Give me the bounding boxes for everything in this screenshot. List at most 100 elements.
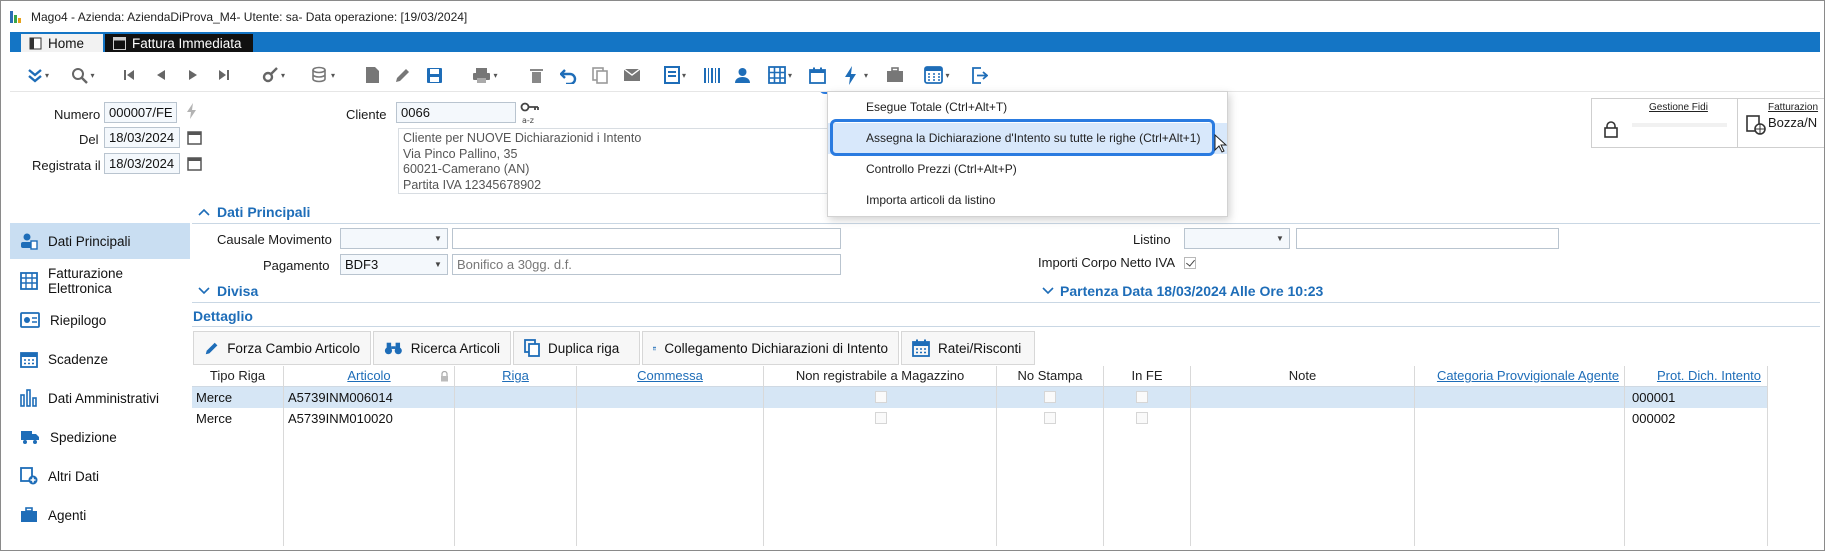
calculator-icon xyxy=(924,66,944,84)
next-record-button[interactable] xyxy=(182,58,204,92)
report-icon xyxy=(663,66,680,84)
ricerca-articoli-button[interactable]: Ricerca Articoli xyxy=(373,331,511,365)
sidebar-item-scadenze[interactable]: Scadenze xyxy=(10,341,190,377)
pagamento-select[interactable]: BDF3 xyxy=(340,254,448,275)
link-table-icon xyxy=(653,346,657,350)
non-registrabile-checkbox[interactable] xyxy=(875,412,887,424)
table-row[interactable]: Merce A5739INM010020 000002 xyxy=(192,408,1767,429)
briefcase-button[interactable] xyxy=(883,58,907,92)
grid-header-note[interactable]: Note xyxy=(1191,366,1414,386)
chevron-down-icon[interactable] xyxy=(198,287,210,295)
button-label: Ratei/Risconti xyxy=(938,340,1022,356)
chevron-down-icon: ▼ xyxy=(1276,234,1284,243)
tab-home[interactable]: Home xyxy=(21,34,103,52)
grid-header-no-stampa[interactable]: No Stampa xyxy=(997,366,1103,386)
last-record-button[interactable] xyxy=(213,58,235,92)
new-document-button[interactable] xyxy=(360,58,384,92)
tab-home-label: Home xyxy=(48,35,85,51)
search-icon xyxy=(72,67,89,84)
cell-prot-dich-intento: 000002 xyxy=(1632,411,1676,426)
sidebar-item-riepilogo[interactable]: Riepilogo xyxy=(10,302,190,338)
barcode-button[interactable] xyxy=(700,58,724,92)
grid-header-riga[interactable]: Riga xyxy=(455,366,576,386)
tab-fattura-immediata[interactable]: Fattura Immediata xyxy=(105,34,253,52)
fatturazione-card[interactable]: Fatturazion Bozza/N xyxy=(1737,98,1824,148)
listino-description-field[interactable] xyxy=(1296,228,1559,249)
cell-articolo: A5739INM010020 xyxy=(288,411,393,426)
no-stampa-checkbox[interactable] xyxy=(1044,412,1056,424)
menu-item-controllo-prezzi[interactable]: Controllo Prezzi (Ctrl+Alt+P) xyxy=(828,154,1227,185)
grid-header-non-registrabile[interactable]: Non registrabile a Magazzino xyxy=(764,366,996,386)
database-button[interactable]: ▾ xyxy=(305,58,341,92)
sidebar-item-label: Riepilogo xyxy=(50,312,107,328)
tab-fattura-label: Fattura Immediata xyxy=(132,35,242,51)
ratei-risconti-button[interactable]: Ratei/Risconti xyxy=(901,331,1035,365)
forza-cambio-articolo-button[interactable]: Forza Cambio Articolo xyxy=(193,331,371,365)
non-registrabile-checkbox[interactable] xyxy=(875,391,887,403)
causale-movimento-label: Causale Movimento xyxy=(217,232,332,247)
grid-header-prot-dich-intento[interactable]: Prot. Dich. Intento xyxy=(1642,366,1776,386)
calculator-button[interactable]: ▾ xyxy=(915,58,959,92)
gestione-fidi-card[interactable]: Gestione Fidi xyxy=(1591,98,1738,148)
expand-button[interactable]: ▾ xyxy=(20,58,56,92)
previous-record-button[interactable] xyxy=(150,58,172,92)
sidebar-item-dati-principali[interactable]: Dati Principali xyxy=(10,223,190,259)
grid-header-commessa[interactable]: Commessa xyxy=(577,366,763,386)
sidebar-item-altri-dati[interactable]: Altri Dati xyxy=(10,458,190,494)
importi-netto-iva-label: Importi Corpo Netto IVA xyxy=(1038,255,1176,270)
grid-button[interactable]: ▾ xyxy=(760,58,800,92)
importi-netto-iva-checkbox[interactable] xyxy=(1184,257,1196,269)
delete-button[interactable] xyxy=(524,58,548,92)
cell-prot-dich-intento: 000001 xyxy=(1632,390,1676,405)
contact-icon xyxy=(734,67,750,83)
grid-header-articolo[interactable]: Articolo xyxy=(284,366,454,386)
cell-tipo-riga: Merce xyxy=(196,411,233,426)
undo-button[interactable] xyxy=(556,58,580,92)
first-record-button[interactable] xyxy=(118,58,140,92)
grid-header-in-fe[interactable]: In FE xyxy=(1104,366,1190,386)
key-search-icon[interactable]: a-z xyxy=(520,102,540,124)
in-fe-checkbox[interactable] xyxy=(1136,391,1148,403)
numero-field[interactable]: 000007/FE xyxy=(104,102,177,123)
exit-button[interactable] xyxy=(967,58,991,92)
sidebar-item-spedizione[interactable]: Spedizione xyxy=(10,419,190,455)
sidebar-item-dati-amministrativi[interactable]: Dati Amministrativi xyxy=(10,380,190,416)
calendar-picker-icon[interactable] xyxy=(187,156,202,171)
menu-item-importa-articoli[interactable]: Importa articoli da listino xyxy=(828,185,1227,216)
grid-column-divider xyxy=(1414,366,1415,546)
sidebar-item-agenti[interactable]: Agenti xyxy=(10,497,190,533)
contact-button[interactable] xyxy=(730,58,754,92)
calendar-picker-icon[interactable] xyxy=(187,130,202,145)
print-button[interactable]: ▾ xyxy=(465,58,505,92)
in-fe-checkbox[interactable] xyxy=(1136,412,1148,424)
listino-select[interactable] xyxy=(1184,228,1290,249)
save-button[interactable] xyxy=(422,58,446,92)
sidebar-item-fatturazione-elettronica[interactable]: Fatturazione Elettronica xyxy=(10,263,190,299)
chevron-down-icon: ▼ xyxy=(434,260,442,269)
first-record-icon xyxy=(124,70,134,80)
causale-movimento-select[interactable] xyxy=(340,228,448,249)
copy-button[interactable] xyxy=(588,58,612,92)
chevron-down-icon[interactable] xyxy=(1042,287,1054,295)
grid-header-categoria-provvigionale[interactable]: Categoria Provvigionale Agente xyxy=(1415,366,1641,386)
registrata-date-field[interactable]: 18/03/2024 xyxy=(104,153,180,174)
del-date-field[interactable]: 18/03/2024 xyxy=(104,127,180,148)
edit-button[interactable] xyxy=(390,58,414,92)
table-row[interactable]: Merce A5739INM006014 000001 xyxy=(192,387,1767,408)
add-document-icon xyxy=(20,467,38,485)
pagamento-description-field[interactable]: Bonifico a 30gg. d.f. xyxy=(452,254,841,275)
causale-description-field[interactable] xyxy=(452,228,841,249)
email-button[interactable] xyxy=(620,58,644,92)
calendar-button[interactable] xyxy=(805,58,829,92)
grid-header-tipo-riga[interactable]: Tipo Riga xyxy=(192,366,283,386)
collegamento-dichiarazioni-button[interactable]: Collegamento Dichiarazioni di Intento xyxy=(642,331,899,365)
tools-button[interactable]: ▾ xyxy=(255,58,291,92)
chevron-up-icon[interactable] xyxy=(198,208,210,216)
address-line: Cliente per NUOVE Dichiarazionid i Inten… xyxy=(403,131,642,145)
no-stampa-checkbox[interactable] xyxy=(1044,391,1056,403)
cliente-code-field[interactable]: 0066 xyxy=(396,102,516,123)
lightning-actions-button[interactable]: ▾ xyxy=(830,58,882,92)
duplica-riga-button[interactable]: Duplica riga xyxy=(513,331,640,365)
search-button[interactable]: ▾ xyxy=(65,58,101,92)
report-button[interactable]: ▾ xyxy=(655,58,695,92)
